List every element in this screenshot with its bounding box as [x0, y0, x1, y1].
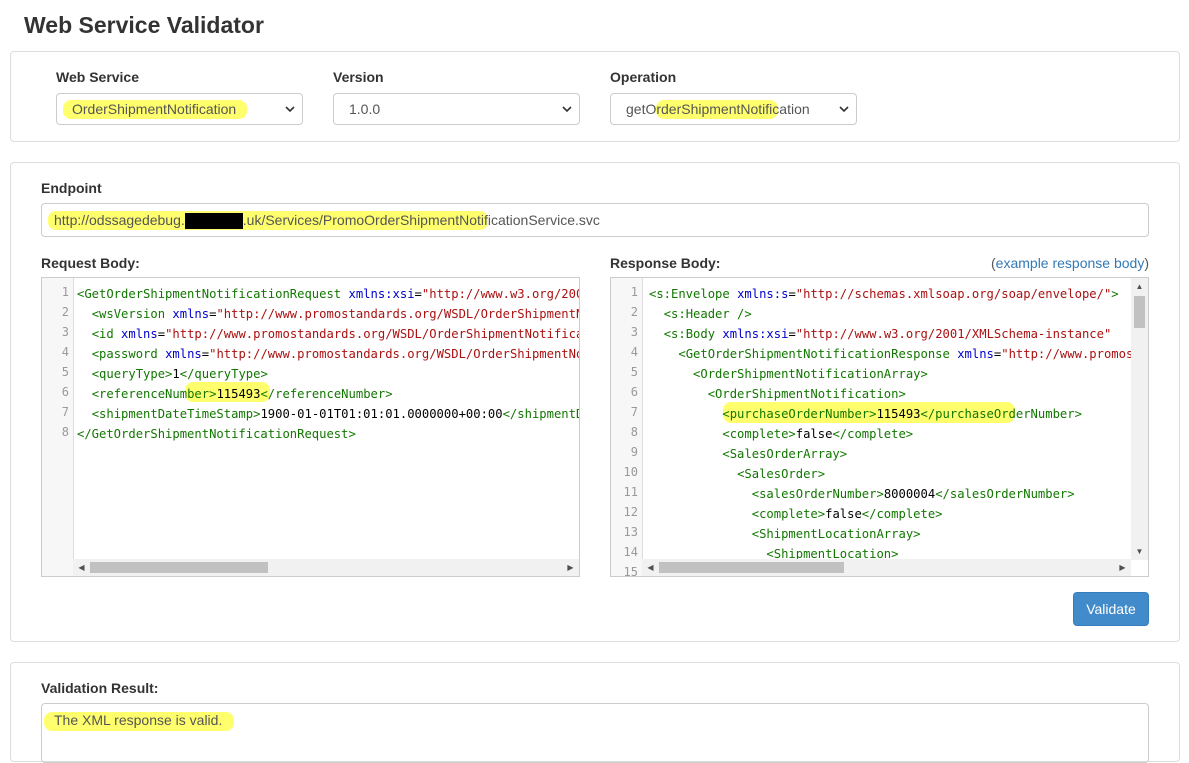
line-number: 2	[630, 305, 638, 319]
line-number: 6	[61, 385, 69, 399]
line-number: 15	[623, 565, 638, 577]
scrollbar-thumb[interactable]	[1134, 296, 1145, 328]
example-response-link-wrapper: (example response body)	[991, 255, 1149, 271]
validate-button[interactable]: Validate	[1073, 592, 1149, 626]
operation-select[interactable]: getOrderShipmentNotification	[610, 93, 857, 125]
request-code: <GetOrderShipmentNotificationRequest xml…	[77, 287, 580, 441]
line-number: 2	[61, 305, 69, 319]
line-number-gutter: 1 2 3 4 5 6 7 8	[42, 278, 74, 576]
endpoint-input[interactable]: http://odssagedebug. .uk/Services/PromoOr…	[41, 203, 1149, 237]
line-number: 9	[630, 445, 638, 459]
scrollbar-thumb[interactable]	[659, 562, 844, 573]
line-number: 10	[623, 465, 638, 479]
scroll-up-icon[interactable]: ▲	[1131, 278, 1148, 295]
line-number: 8	[630, 425, 638, 439]
line-number: 7	[630, 405, 638, 419]
web-service-select[interactable]: OrderShipmentNotification	[56, 93, 303, 125]
line-number: 6	[630, 385, 638, 399]
vertical-scrollbar[interactable]: ▲ ▼	[1131, 278, 1148, 560]
line-number: 1	[61, 285, 69, 299]
scroll-right-icon[interactable]: ▶	[562, 559, 579, 576]
chevron-down-icon	[562, 106, 572, 113]
scroll-down-icon[interactable]: ▼	[1131, 543, 1148, 560]
line-number: 4	[630, 345, 638, 359]
operation-value: getOrderShipmentNotification	[626, 101, 810, 117]
chevron-down-icon	[839, 106, 849, 113]
chevron-down-icon	[285, 106, 295, 113]
endpoint-url-prefix: http://odssagedebug.	[54, 212, 185, 228]
page-title: Web Service Validator	[24, 12, 264, 38]
version-value: 1.0.0	[349, 101, 381, 117]
line-number: 7	[61, 405, 69, 419]
line-number: 1	[630, 285, 638, 299]
line-number: 13	[623, 525, 638, 539]
line-number-gutter: 1 2 3 4 5 6 7 8 9 10 11 12 13 14 15	[611, 278, 643, 576]
redaction-block	[184, 213, 243, 230]
request-body-label: Request Body:	[41, 255, 140, 271]
scroll-left-icon[interactable]: ◀	[642, 559, 659, 576]
response-body-label: Response Body:	[610, 255, 721, 271]
line-number: 12	[623, 505, 638, 519]
line-number: 4	[61, 345, 69, 359]
version-select[interactable]: 1.0.0	[333, 93, 580, 125]
line-number: 3	[61, 325, 69, 339]
endpoint-url-suffix: .uk/Services/PromoOrderShipmentNotificat…	[242, 212, 600, 228]
web-service-value: OrderShipmentNotification	[72, 101, 237, 117]
horizontal-scrollbar[interactable]: ◀ ▶	[642, 559, 1131, 576]
line-number: 8	[61, 425, 69, 439]
operation-label: Operation	[610, 69, 677, 85]
version-label: Version	[333, 69, 384, 85]
response-code: <s:Envelope xmlns:s="http://schemas.xmls…	[649, 287, 1148, 561]
line-number: 5	[630, 365, 638, 379]
line-number: 5	[61, 365, 69, 379]
scroll-left-icon[interactable]: ◀	[73, 559, 90, 576]
validation-result-message: The XML response is valid.	[54, 712, 223, 728]
line-number: 14	[623, 545, 638, 559]
scrollbar-thumb[interactable]	[90, 562, 268, 573]
example-response-link[interactable]: example response body	[996, 255, 1145, 271]
validation-result-box: The XML response is valid.	[41, 703, 1149, 763]
request-body-editor[interactable]: 1 2 3 4 5 6 7 8 <GetOrderShipmentNotific…	[41, 277, 580, 577]
endpoint-label: Endpoint	[41, 180, 102, 196]
web-service-label: Web Service	[56, 69, 140, 85]
response-body-editor[interactable]: 1 2 3 4 5 6 7 8 9 10 11 12 13 14 15 <s:E…	[610, 277, 1149, 577]
horizontal-scrollbar[interactable]: ◀ ▶	[73, 559, 579, 576]
line-number: 3	[630, 325, 638, 339]
validation-result-label: Validation Result:	[41, 680, 159, 696]
line-number: 11	[623, 485, 638, 499]
scroll-right-icon[interactable]: ▶	[1114, 559, 1131, 576]
